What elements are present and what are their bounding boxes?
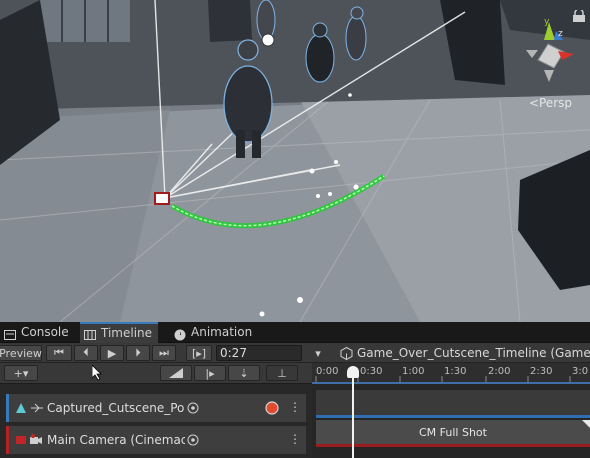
timeline-options-dropdown[interactable]: ▾ (308, 345, 328, 361)
previous-frame-button[interactable]: ⏴ (74, 345, 98, 361)
ripple-icon: |▸ (205, 366, 215, 380)
jump-to-end-icon: ⏭ (159, 346, 169, 359)
jump-to-start-button[interactable]: ⏮ (46, 345, 72, 361)
playhead[interactable] (347, 366, 359, 458)
orientation-gizmo-icon[interactable]: y z (518, 16, 588, 86)
record-button[interactable] (265, 401, 279, 415)
track-header[interactable]: Captured_Cutscene_Pos ⋮ (6, 394, 306, 422)
tab-timeline-label: Timeline (101, 326, 153, 340)
signal-track-icon (16, 403, 26, 413)
curves-toggle-button[interactable] (160, 365, 192, 381)
timeline-asset-icon (340, 346, 353, 360)
timeline-icon (84, 328, 96, 340)
next-frame-icon: ⏵ (135, 346, 141, 359)
object-picker-icon[interactable] (187, 402, 199, 414)
panel-tab-strip: Console Timeline Animation (0, 322, 590, 343)
persp-arrow-icon: < (528, 96, 539, 110)
play-range-icon: [▸] (191, 346, 207, 360)
play-button[interactable]: ▶ (100, 345, 124, 361)
scene-render (0, 0, 590, 322)
current-time-field[interactable]: 0:27 (216, 345, 302, 361)
tab-timeline[interactable]: Timeline (80, 322, 159, 343)
more-options-icon[interactable]: ⋮ (289, 432, 301, 446)
clip-corner-icon (582, 420, 590, 428)
track-header-list: Captured_Cutscene_Pos ⋮ Main Camera (Cin… (0, 384, 312, 458)
jump-to-end-button[interactable]: ⏭ (152, 345, 176, 361)
mouse-cursor-icon (92, 365, 102, 381)
snap-icon: ⇣ (239, 366, 249, 380)
signal-track-lane[interactable] (316, 390, 590, 418)
playhead-handle[interactable] (347, 366, 359, 378)
more-options-icon[interactable]: ⋮ (289, 400, 301, 414)
jump-to-start-icon: ⏮ (54, 346, 64, 359)
tab-animation[interactable]: Animation (170, 322, 258, 343)
cinemachine-shot-clip[interactable]: CM Full Shot (316, 420, 590, 447)
previous-frame-icon: ⏴ (83, 346, 89, 359)
play-range-button[interactable]: [▸] (186, 345, 212, 361)
svg-text:z: z (558, 29, 563, 39)
preview-button[interactable]: Preview (0, 345, 42, 361)
track-color-bar (316, 415, 590, 418)
ripple-mode-button[interactable]: |▸ (194, 365, 226, 381)
track-header[interactable]: Main Camera (Cinemac ⋮ (6, 426, 306, 454)
chevron-down-icon: ▾ (315, 346, 321, 360)
track-name: Captured_Cutscene_Pos (47, 401, 185, 415)
view-mode-label[interactable]: <Persp (529, 96, 572, 110)
timeline-toolbar: Preview ⏮ ⏴ ▶ ⏵ ⏭ [▸] 0:27 ▾ Game_Over_C… (0, 343, 590, 363)
tab-console[interactable]: Console (0, 322, 75, 343)
animation-icon (174, 327, 186, 340)
cinemachine-track-icon (16, 436, 26, 444)
snap-mode-button[interactable]: ⇣ (228, 365, 260, 381)
svg-text:y: y (544, 17, 550, 27)
lock-icon[interactable] (572, 10, 586, 22)
tab-animation-label: Animation (191, 325, 253, 339)
console-icon (4, 327, 16, 340)
pin-button[interactable]: ⊥ (266, 365, 298, 381)
plus-icon: +▾ (13, 366, 29, 380)
object-picker-icon[interactable] (187, 434, 199, 446)
camera-icon (30, 434, 42, 444)
play-icon: ▶ (107, 346, 117, 360)
curves-icon (169, 368, 183, 378)
track-name: Main Camera (Cinemac (47, 433, 185, 447)
add-track-button[interactable]: +▾ (4, 365, 38, 381)
pin-icon: ⊥ (277, 366, 287, 380)
timeline-asset-title[interactable]: Game_Over_Cutscene_Timeline (Game_Ov (340, 343, 590, 363)
next-frame-button[interactable]: ⏵ (126, 345, 150, 361)
tab-console-label: Console (21, 325, 69, 339)
signal-emitter-icon (31, 403, 43, 413)
scene-view[interactable]: y z <Persp (0, 0, 590, 322)
